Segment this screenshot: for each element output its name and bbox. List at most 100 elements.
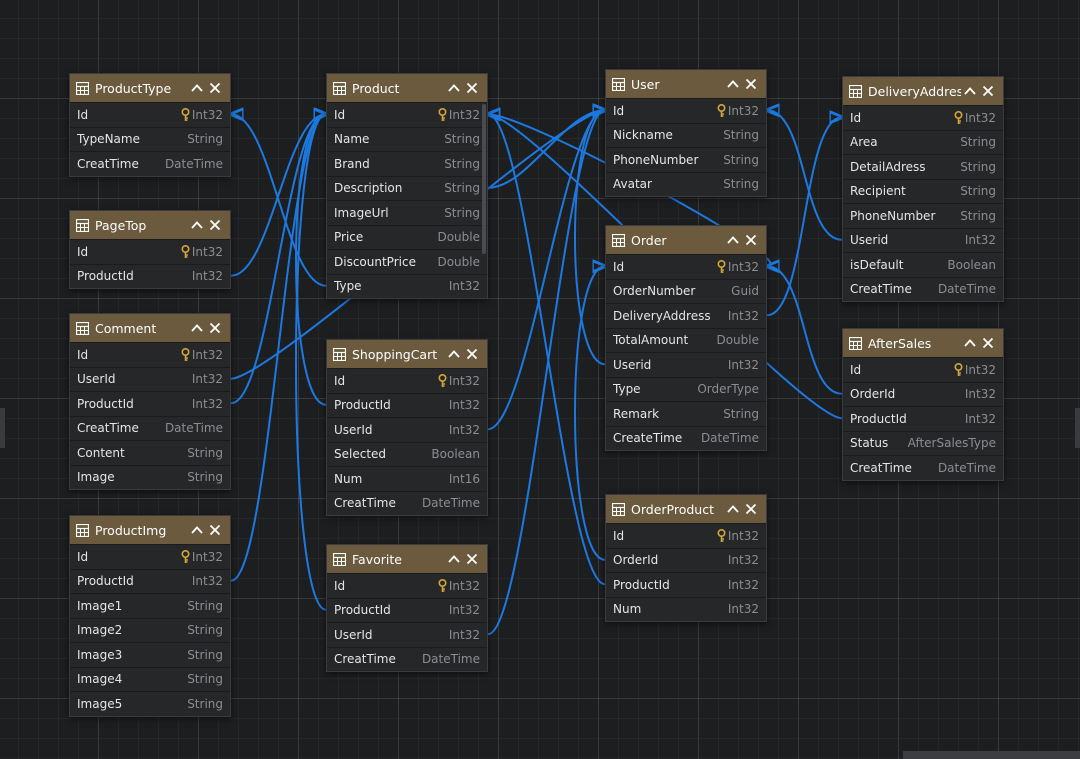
- field-row[interactable]: Id Int32: [327, 573, 487, 598]
- entity-shoppingcart[interactable]: ShoppingCart Id Int32 ProductId Int32 UserId I…: [326, 339, 488, 516]
- chevron-up-icon[interactable]: [188, 79, 206, 97]
- field-row[interactable]: OrderId Int32: [843, 381, 1003, 407]
- field-row[interactable]: ImageUrl String: [327, 200, 487, 225]
- field-row[interactable]: Image4 String: [70, 666, 230, 692]
- field-row[interactable]: PhoneNumber String: [606, 147, 766, 172]
- entity-orderproduct[interactable]: OrderProduct Id Int32 OrderId Int32 ProductId…: [605, 494, 767, 622]
- field-row[interactable]: DetailAdress String: [843, 154, 1003, 179]
- chevron-up-icon[interactable]: [188, 319, 206, 337]
- chevron-up-icon[interactable]: [724, 231, 742, 249]
- entity-productimg[interactable]: ProductImg Id Int32 ProductId Int32 Image1 Str…: [69, 515, 231, 717]
- entity-producttype[interactable]: ProductType Id Int32 TypeName String CreatTim…: [69, 73, 231, 177]
- field-row[interactable]: ProductId Int32: [70, 391, 230, 416]
- entity-header[interactable]: ShoppingCart: [327, 340, 487, 368]
- field-row[interactable]: Id Int32: [70, 102, 230, 127]
- chevron-up-icon[interactable]: [961, 82, 979, 100]
- field-row[interactable]: ProductId Int32: [843, 406, 1003, 431]
- field-row[interactable]: Status AfterSalesType: [843, 430, 1003, 456]
- entity-user[interactable]: User Id Int32 Nickname String PhoneNumber Stri…: [605, 69, 767, 197]
- field-row[interactable]: Id Int32: [843, 105, 1003, 130]
- entity-scrollbar[interactable]: [482, 104, 486, 254]
- field-row[interactable]: ProductId Int32: [70, 568, 230, 594]
- field-row[interactable]: DeliveryAddress Int32: [606, 303, 766, 328]
- field-row[interactable]: Id Int32: [70, 239, 230, 264]
- close-icon[interactable]: [206, 521, 224, 539]
- close-icon[interactable]: [979, 334, 997, 352]
- relationship-line[interactable]: [230, 114, 326, 405]
- relationship-line[interactable]: [295, 114, 326, 611]
- field-row[interactable]: Content String: [70, 440, 230, 465]
- field-row[interactable]: CreatTime DateTime: [327, 646, 487, 672]
- field-row[interactable]: Type OrderType: [606, 376, 766, 402]
- close-icon[interactable]: [206, 216, 224, 234]
- close-icon[interactable]: [206, 319, 224, 337]
- field-row[interactable]: Num Int32: [606, 596, 766, 622]
- field-row[interactable]: CreatTime DateTime: [843, 455, 1003, 480]
- field-row[interactable]: Id Int32: [70, 544, 230, 569]
- diagram-canvas[interactable]: ProductType Id Int32 TypeName String CreatTim…: [0, 0, 1080, 759]
- entity-header[interactable]: PageTop: [70, 211, 230, 239]
- field-row[interactable]: Area String: [843, 129, 1003, 155]
- right-edge-handle[interactable]: [1075, 408, 1080, 448]
- field-row[interactable]: Avatar String: [606, 171, 766, 197]
- close-icon[interactable]: [463, 345, 481, 363]
- relationship-line[interactable]: [488, 114, 606, 586]
- field-row[interactable]: Remark String: [606, 401, 766, 426]
- field-row[interactable]: ProductId Int32: [327, 597, 487, 623]
- field-row[interactable]: ProductId Int32: [606, 572, 766, 597]
- field-row[interactable]: Description String: [327, 175, 487, 201]
- close-icon[interactable]: [206, 79, 224, 97]
- field-row[interactable]: TypeName String: [70, 126, 230, 152]
- entity-pagetop[interactable]: PageTop Id Int32 ProductId Int32: [69, 210, 231, 289]
- horizontal-scrollbar[interactable]: [903, 751, 1080, 759]
- entity-header[interactable]: AfterSales: [843, 329, 1003, 357]
- field-row[interactable]: Id Int32: [606, 523, 766, 548]
- chevron-up-icon[interactable]: [724, 75, 742, 93]
- field-row[interactable]: Id Int32: [606, 254, 766, 279]
- close-icon[interactable]: [463, 79, 481, 97]
- field-row[interactable]: Id Int32: [327, 368, 487, 393]
- entity-deliveryaddress[interactable]: DeliveryAddress Id Int32 Area String DetailAd…: [842, 76, 1004, 302]
- field-row[interactable]: ProductId Int32: [327, 392, 487, 418]
- relationship-line[interactable]: [295, 114, 326, 406]
- chevron-up-icon[interactable]: [188, 521, 206, 539]
- field-row[interactable]: DiscountPrice Double: [327, 249, 487, 274]
- relationship-line[interactable]: [230, 114, 326, 277]
- field-row[interactable]: Price Double: [327, 224, 487, 250]
- chevron-up-icon[interactable]: [724, 500, 742, 518]
- entity-header[interactable]: Product: [327, 74, 487, 102]
- close-icon[interactable]: [463, 550, 481, 568]
- entity-header[interactable]: ProductImg: [70, 516, 230, 544]
- field-row[interactable]: Userid Int32: [843, 227, 1003, 253]
- field-row[interactable]: Brand String: [327, 151, 487, 176]
- relationship-line[interactable]: [487, 110, 605, 431]
- field-row[interactable]: UserId Int32: [70, 366, 230, 392]
- chevron-up-icon[interactable]: [445, 345, 463, 363]
- field-row[interactable]: PhoneNumber String: [843, 203, 1003, 228]
- entity-order[interactable]: Order Id Int32 OrderNumber Guid DeliveryAddre…: [605, 225, 767, 451]
- close-icon[interactable]: [742, 231, 760, 249]
- relationship-line[interactable]: [487, 110, 605, 189]
- chevron-up-icon[interactable]: [961, 334, 979, 352]
- field-row[interactable]: Selected Boolean: [327, 441, 487, 467]
- field-row[interactable]: isDefault Boolean: [843, 252, 1003, 277]
- entity-header[interactable]: Comment: [70, 314, 230, 342]
- entity-header[interactable]: ProductType: [70, 74, 230, 102]
- entity-header[interactable]: User: [606, 70, 766, 98]
- field-row[interactable]: Id Int32: [70, 342, 230, 367]
- field-row[interactable]: Image1 String: [70, 593, 230, 618]
- entity-favorite[interactable]: Favorite Id Int32 ProductId Int32 UserId Int32…: [326, 544, 488, 672]
- close-icon[interactable]: [742, 500, 760, 518]
- field-row[interactable]: Image5 String: [70, 691, 230, 716]
- entity-product[interactable]: Product Id Int32 Name String Brand String Descr…: [326, 73, 488, 299]
- relationship-line[interactable]: [231, 114, 327, 287]
- relationship-line[interactable]: [487, 110, 605, 636]
- field-row[interactable]: OrderNumber Guid: [606, 278, 766, 304]
- entity-comment[interactable]: Comment Id Int32 UserId Int32 ProductId Int32 C…: [69, 313, 231, 490]
- field-row[interactable]: Image String: [70, 464, 230, 490]
- field-row[interactable]: CreatTime DateTime: [70, 415, 230, 441]
- entity-aftersales[interactable]: AfterSales Id Int32 OrderId Int32 ProductId In…: [842, 328, 1004, 481]
- close-icon[interactable]: [742, 75, 760, 93]
- field-row[interactable]: Type Int32: [327, 273, 487, 299]
- relationship-line[interactable]: [767, 110, 843, 241]
